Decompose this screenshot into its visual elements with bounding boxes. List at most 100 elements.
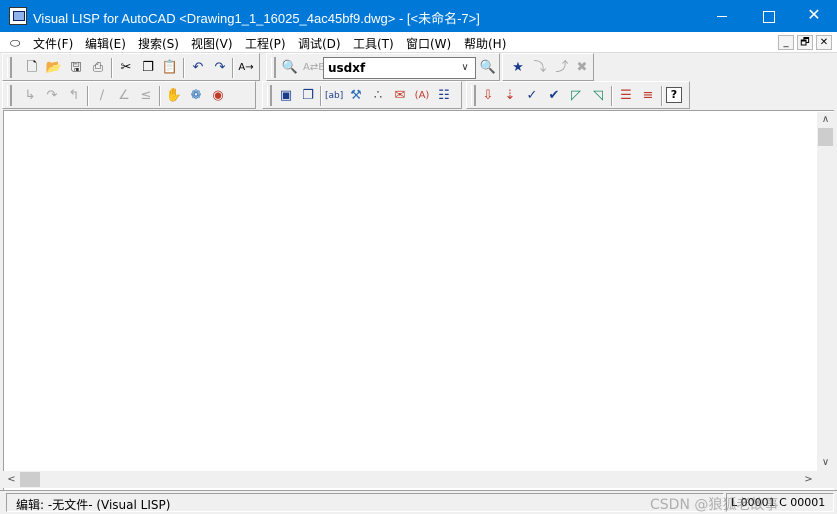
horizontal-scrollbar[interactable]: < > [3,471,817,488]
step-out-icon[interactable]: ↰ [65,87,83,105]
document-icon[interactable]: ⬭ [10,36,20,51]
toolbar-separator [87,86,89,106]
menu-view[interactable]: 视图(V) [191,35,233,52]
toolbar-grip[interactable] [267,85,272,106]
select-window-icon[interactable]: ❐ [299,87,317,105]
toolbar-grip[interactable] [471,85,476,106]
scroll-corner [817,471,834,488]
undo-icon[interactable]: ↶ [189,59,207,77]
menu-debug[interactable]: 调试(D) [298,35,341,52]
vlisp-icon[interactable] [9,7,27,25]
print-icon[interactable]: ⎙ [89,59,107,77]
clear-bookmarks-icon[interactable]: ✖ [573,59,591,77]
title-bar: Visual LISP for AutoCAD <Drawing1_1_1602… [0,0,837,32]
menu-window[interactable]: 窗口(W) [406,35,451,52]
toolbar-separator [661,86,663,106]
mdi-minimize-button[interactable]: _ [778,35,794,50]
toolbar-grip[interactable] [271,57,276,78]
menu-tools[interactable]: 工具(T) [353,35,394,52]
menu-project[interactable]: 工程(P) [245,35,286,52]
find-toolbar-icon[interactable]: 🔍 [479,59,497,77]
toggle-bookmark-icon[interactable]: ★ [509,59,527,77]
toolbar-grip[interactable] [7,57,12,78]
status-text: 编辑: -无文件- (Visual LISP) [16,498,171,512]
window-title: Visual LISP for AutoCAD <Drawing1_1_1602… [33,11,480,26]
tools-toolbar: ⇩ ⇣ ✓ ✔ ◸ ◹ ☰ ≡ ? [466,81,690,109]
complete-word-icon[interactable]: A→ [237,59,255,77]
apropos-icon[interactable]: (A) [413,87,431,105]
scroll-thumb[interactable] [818,128,833,146]
help-icon[interactable]: ? [666,87,682,103]
scroll-up-icon[interactable]: ∧ [817,112,834,128]
toolbar-row-1: 🗋 📂 🖫 ⎙ ✂ ❐ 📋 ↶ ↷ A→ 🔍 A⇄B usdxf ∨ 🔍 ★ ⤵… [2,53,835,81]
mdi-close-button[interactable]: ✕ [816,35,832,50]
chevron-down-icon[interactable]: ∨ [457,59,473,77]
bookmarks-toolbar: ★ ⤵ ⤴ ✖ [502,53,594,81]
toolbar-separator [611,86,613,106]
replace-icon[interactable]: A⇄B [303,59,325,77]
step-over-icon[interactable]: ↷ [43,87,61,105]
inspect-icon[interactable]: ⚒ [347,87,365,105]
search-toolbar: 🔍 A⇄B usdxf ∨ 🔍 [266,53,500,81]
uncomment-icon[interactable]: ≡ [639,87,657,105]
scroll-left-icon[interactable]: < [3,471,20,488]
menu-edit[interactable]: 编辑(E) [85,35,126,52]
lisp-console-icon[interactable]: [ab] [325,87,343,105]
continue-icon[interactable]: ∕ [93,87,111,105]
toolbar-separator [111,58,113,78]
menu-search[interactable]: 搜索(S) [138,35,179,52]
scroll-right-icon[interactable]: > [800,471,817,488]
trace-icon[interactable]: ∴ [369,87,387,105]
close-button[interactable]: ✕ [791,0,837,32]
search-combo-value: usdxf [328,61,366,75]
toggle-breakpoint-icon[interactable]: ✋ [165,87,183,105]
mdi-restore-button[interactable]: 🗗 [797,35,813,50]
standard-toolbar: 🗋 📂 🖫 ⎙ ✂ ❐ 📋 ↶ ↷ A→ [2,53,260,81]
debug-toolbar: ↳ ↷ ↰ ∕ ∠ ≤ ✋ ❁ ◉ [2,81,256,109]
copy-icon[interactable]: ❐ [139,59,157,77]
comment-icon[interactable]: ☰ [617,87,635,105]
check-window-icon[interactable]: ✓ [523,87,541,105]
menu-file[interactable]: 文件(F) [33,35,73,52]
open-icon[interactable]: 📂 [45,59,63,77]
watermark: CSDN @狼狐老故事 [650,497,779,513]
redo-icon[interactable]: ↷ [211,59,229,77]
minimize-button[interactable] [699,0,745,32]
toolbar-separator [320,86,322,106]
prev-bookmark-icon[interactable]: ⤴ [553,59,571,77]
menu-help[interactable]: 帮助(H) [464,35,506,52]
save-icon[interactable]: 🖫 [67,59,85,77]
symbol-service-icon[interactable]: ✉ [391,87,409,105]
toolbar-separator [183,58,185,78]
toolbar-grip[interactable] [7,85,12,106]
watch-window-icon[interactable]: ☷ [435,87,453,105]
last-break-icon[interactable]: ◉ [209,87,227,105]
menu-bar: ⬭ 文件(F) 编辑(E) 搜索(S) 视图(V) 工程(P) 调试(D) 工具… [0,32,837,53]
load-selection-icon[interactable]: ⇣ [501,87,519,105]
scroll-thumb[interactable] [20,472,40,487]
activate-autocad-icon[interactable]: ▣ [277,87,295,105]
next-bookmark-icon[interactable]: ⤵ [531,59,549,77]
reset-icon[interactable]: ≤ [137,87,155,105]
toolbar-separator [159,86,161,106]
search-combo[interactable]: usdxf ∨ [323,57,476,79]
find-icon[interactable]: 🔍 [281,59,299,77]
toolbar-separator [232,58,234,78]
add-watch-icon[interactable]: ❁ [187,87,205,105]
check-selection-icon[interactable]: ✔ [545,87,563,105]
new-icon[interactable]: 🗋 [23,59,41,77]
code-editor[interactable] [3,110,834,490]
status-pane: 编辑: -无文件- (Visual LISP) [6,493,724,512]
scroll-down-icon[interactable]: ∨ [817,455,834,471]
cut-icon[interactable]: ✂ [117,59,135,77]
vertical-scrollbar[interactable]: ∧ ∨ [817,112,834,471]
maximize-button[interactable] [745,0,791,32]
quit-icon[interactable]: ∠ [115,87,133,105]
paste-icon[interactable]: 📋 [161,59,179,77]
toolbar-row-2: ↳ ↷ ↰ ∕ ∠ ≤ ✋ ❁ ◉ ▣ ❐ [ab] ⚒ ∴ ✉ (A) ☷ ⇩… [2,81,835,109]
format-window-icon[interactable]: ◸ [567,87,585,105]
format-selection-icon[interactable]: ◹ [589,87,607,105]
view-toolbar: ▣ ❐ [ab] ⚒ ∴ ✉ (A) ☷ [262,81,462,109]
load-active-window-icon[interactable]: ⇩ [479,87,497,105]
step-into-icon[interactable]: ↳ [21,87,39,105]
